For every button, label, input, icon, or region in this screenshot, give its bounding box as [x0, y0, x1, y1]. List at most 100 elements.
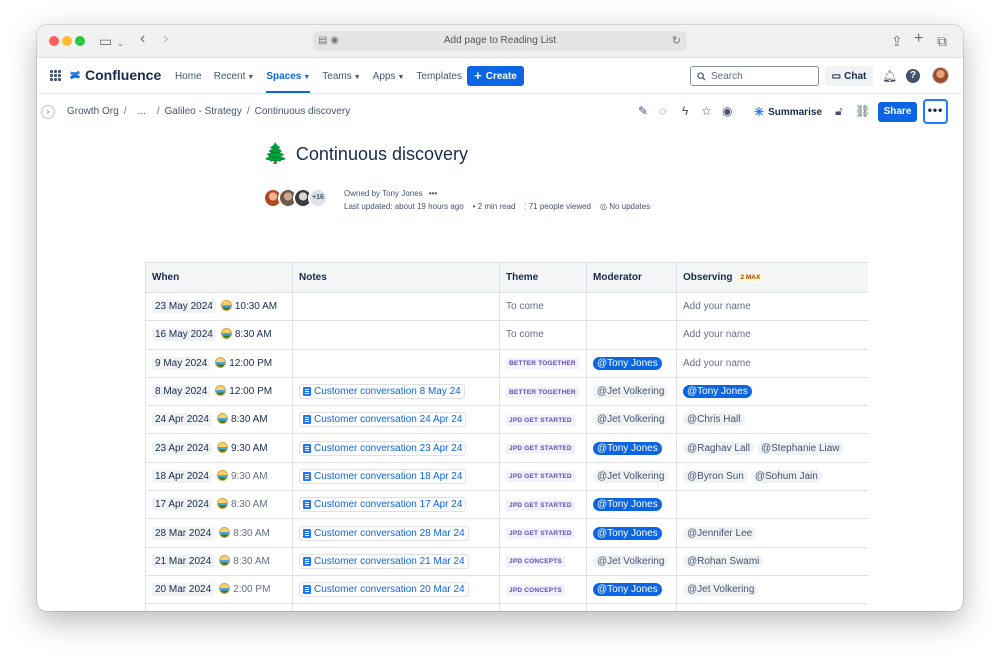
cell-when[interactable]: 9 May 2024 12:00 PM [145, 348, 293, 378]
cell-moderator[interactable]: @Tony Jones [586, 433, 677, 463]
confluence-logo[interactable]: Confluence [69, 67, 161, 83]
user-mention[interactable]: @Jet Volkering [593, 413, 669, 427]
reader-icon[interactable]: ▤ ◉ [318, 31, 339, 51]
nav-recent[interactable]: Recent ▼ [214, 71, 255, 82]
breadcrumb-item[interactable]: Continuous discovery [255, 106, 351, 117]
date-chip[interactable]: 23 May 2024 [152, 300, 216, 314]
cell-observing[interactable]: @Byron Sun @Sohum Jain [676, 461, 868, 492]
nav-templates[interactable]: Templates [416, 71, 462, 82]
help-icon[interactable]: ? [906, 69, 920, 83]
user-mention[interactable]: @Chris Hall [683, 413, 745, 427]
cell-moderator[interactable]: @Jet Volkering [586, 405, 677, 435]
comment-icon[interactable]: ◌ [659, 104, 666, 118]
date-chip[interactable]: 24 Apr 2024 [152, 413, 212, 427]
cell-when[interactable]: 20 Mar 2024 2:00 PM [145, 574, 293, 605]
page-link[interactable]: Customer conversation 23 Apr 24 [299, 440, 467, 456]
user-mention[interactable]: @Tony Jones [593, 356, 662, 370]
cell-moderator[interactable]: @Jet Volkering [586, 546, 677, 576]
cell-observing[interactable]: @Tony Jones [676, 376, 868, 407]
cell-when[interactable]: 23 Apr 2024 9:30 AM [145, 433, 293, 463]
cell-notes[interactable]: Customer conversation 24 Apr 24 [292, 405, 500, 435]
create-button[interactable]: + Create [467, 66, 524, 86]
tabs-icon[interactable]: ⧉ [937, 33, 947, 49]
breadcrumb-item[interactable]: ... [137, 106, 145, 117]
cell-when[interactable]: 21 Mar 2024 8:30 AM [145, 546, 293, 576]
minimize-window-button[interactable] [62, 36, 72, 46]
cell-moderator[interactable]: @Tony Jones [586, 490, 677, 520]
cell-notes[interactable]: Customer conversation 28 Mar 24 [292, 518, 500, 548]
cell-observing[interactable]: @Rohan Swami [676, 546, 868, 576]
page-link[interactable]: Customer conversation 18 Apr 24 [299, 468, 467, 484]
cell-observing[interactable]: Add your name [676, 348, 868, 378]
cell-observing[interactable]: Add your name [676, 320, 868, 350]
page-link[interactable]: Customer conversation 8 May 24 [299, 384, 465, 400]
user-mention[interactable]: @Jet Volkering [683, 583, 759, 597]
cell-theme[interactable]: JPD CONCEPTS [499, 574, 587, 605]
more-contributors-badge[interactable]: +16 [308, 188, 328, 208]
cell-moderator[interactable] [586, 320, 677, 350]
add-name-placeholder[interactable]: Add your name [683, 329, 751, 340]
cell-notes[interactable]: Customer conversation 17 Apr 24 [292, 490, 500, 520]
cell-observing[interactable]: @Jennifer Lee [676, 518, 868, 548]
cell-theme[interactable]: JPD GET STARTED [499, 518, 587, 548]
user-mention[interactable]: @Tony Jones [593, 583, 662, 597]
user-mention[interactable]: @Jet Volkering [593, 554, 669, 568]
page-link[interactable]: Customer conversation 28 Mar 24 [299, 525, 469, 541]
chevron-down-icon[interactable]: ⌄ [117, 36, 124, 52]
notifications-icon[interactable]: 🔔︎ [882, 69, 897, 83]
edit-icon[interactable]: ✎ [638, 104, 648, 118]
cell-moderator[interactable]: @Tony Jones [586, 348, 677, 378]
date-chip[interactable]: 16 May 2024 [152, 328, 216, 342]
cell-when[interactable] [145, 603, 293, 611]
cell-notes[interactable] [292, 320, 500, 350]
date-chip[interactable]: 17 Apr 2024 [152, 498, 212, 512]
cell-theme[interactable]: BETTER TOGETHER [499, 348, 587, 378]
cell-notes[interactable] [292, 291, 500, 322]
cell-notes[interactable]: Customer conversation 18 Apr 24 [292, 461, 500, 492]
nav-teams[interactable]: Teams ▼ [322, 71, 360, 82]
more-icon[interactable]: ••• [429, 189, 437, 198]
back-icon[interactable]: ‹ [140, 31, 145, 47]
date-chip[interactable]: 20 Mar 2024 [152, 583, 215, 597]
cell-moderator[interactable]: @Tony Jones [586, 518, 677, 548]
automation-icon[interactable]: ϟ [682, 104, 688, 118]
avatar[interactable] [932, 67, 949, 84]
nav-home[interactable]: Home [175, 71, 202, 82]
sidebar-icon[interactable]: ▭ [99, 33, 112, 49]
breadcrumb-item[interactable]: Galileo - Strategy [165, 106, 242, 117]
date-chip[interactable]: 8 May 2024 [152, 385, 211, 399]
views-text[interactable]: ⫶ 71 people viewed [524, 200, 591, 213]
expand-sidebar-button[interactable]: › [41, 105, 55, 119]
user-mention[interactable]: @Byron Sun [683, 469, 748, 483]
cell-notes[interactable] [292, 603, 500, 611]
address-bar[interactable]: ▤ ◉ Add page to Reading List ↻ [313, 31, 687, 51]
user-mention[interactable]: @Jennifer Lee [683, 526, 757, 540]
user-mention[interactable]: @Tony Jones [593, 498, 662, 512]
cell-observing[interactable]: @Jet Volkering [676, 574, 868, 605]
cell-observing[interactable] [676, 603, 868, 611]
cell-notes[interactable]: Customer conversation 20 Mar 24 [292, 574, 500, 605]
page-emoji[interactable]: 🌲 [263, 142, 288, 166]
cell-when[interactable]: 17 Apr 2024 8:30 AM [145, 490, 293, 520]
user-mention[interactable]: @Jet Volkering [593, 385, 669, 399]
share-icon[interactable]: ⇪ [891, 33, 903, 49]
page-link[interactable]: Customer conversation 21 Mar 24 [299, 553, 469, 569]
chat-button[interactable]: ▭ Chat [825, 66, 873, 86]
app-switcher-icon[interactable] [50, 70, 61, 81]
cell-when[interactable]: 18 Apr 2024 9:30 AM [145, 461, 293, 492]
reload-icon[interactable]: ↻ [672, 31, 681, 51]
column-header-theme[interactable]: Theme [499, 262, 587, 293]
close-window-button[interactable] [49, 36, 59, 46]
star-icon[interactable]: ☆ [701, 104, 712, 118]
cell-theme[interactable]: JPD GET STARTED [499, 433, 587, 463]
add-name-placeholder[interactable]: Add your name [683, 358, 751, 369]
zoom-window-button[interactable] [75, 36, 85, 46]
date-chip[interactable]: 18 Apr 2024 [152, 469, 212, 483]
cell-notes[interactable]: Customer conversation 8 May 24 [292, 376, 500, 407]
nav-spaces[interactable]: Spaces ▼ [266, 71, 310, 93]
nav-apps[interactable]: Apps ▼ [373, 71, 405, 82]
updates-text[interactable]: ◎ No updates [600, 200, 650, 213]
user-mention[interactable]: @Tony Jones [593, 526, 662, 540]
cell-notes[interactable] [292, 348, 500, 378]
cell-notes[interactable]: Customer conversation 23 Apr 24 [292, 433, 500, 463]
